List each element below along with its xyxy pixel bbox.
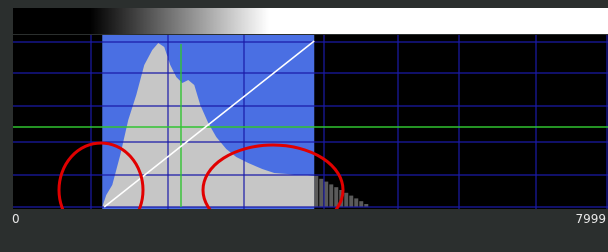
histogram-tail-bar (329, 184, 334, 207)
histogram-tail-bar (349, 195, 354, 207)
histogram-tail-bar (344, 192, 349, 207)
histogram-tail-bar (334, 187, 339, 207)
grayscale-gradient-bar (13, 8, 608, 34)
histogram-tail-bar (324, 181, 329, 207)
histogram-svg (13, 35, 608, 209)
axis-max-label: 7999 (575, 212, 606, 226)
histogram-tail-bar (354, 198, 359, 207)
histogram-plot-area[interactable] (13, 35, 608, 209)
histogram-tail-bar (359, 201, 364, 207)
axis-min-label: 0 (12, 212, 20, 226)
histogram-tail-bar (314, 176, 319, 207)
histogram-tail-bar (319, 178, 324, 207)
histogram-panel: 0 7999 (0, 0, 608, 252)
